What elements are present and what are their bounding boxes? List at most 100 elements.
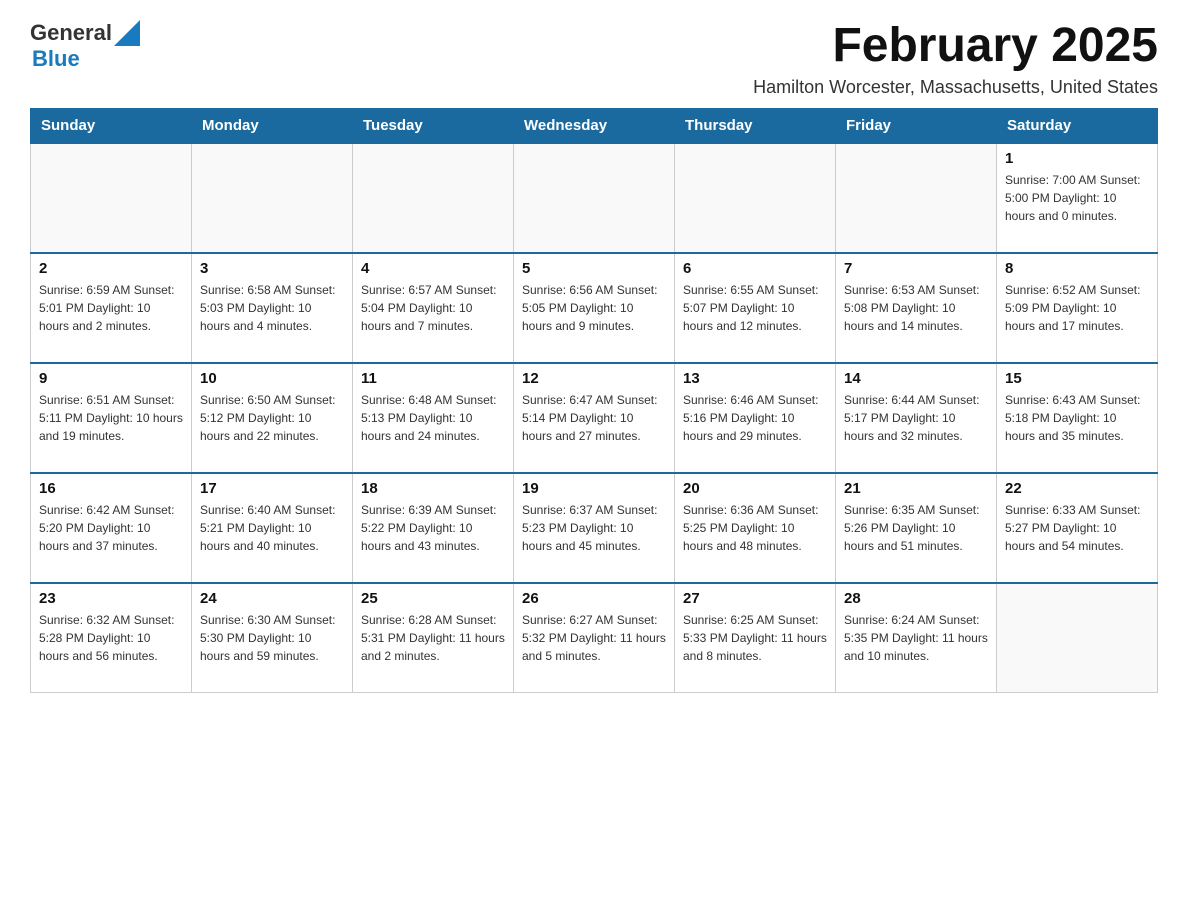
logo: General Blue	[30, 20, 140, 72]
day-info: Sunrise: 6:24 AM Sunset: 5:35 PM Dayligh…	[844, 611, 988, 665]
table-row: 25Sunrise: 6:28 AM Sunset: 5:31 PM Dayli…	[353, 583, 514, 693]
day-info: Sunrise: 6:57 AM Sunset: 5:04 PM Dayligh…	[361, 281, 505, 335]
day-info: Sunrise: 6:35 AM Sunset: 5:26 PM Dayligh…	[844, 501, 988, 555]
calendar-week-row: 2 Sunrise: 6:59 AM Sunset: 5:01 PM Daylig…	[31, 253, 1158, 363]
day-info: Sunrise: 6:32 AM Sunset: 5:28 PM Dayligh…	[39, 611, 183, 665]
day-info: Sunrise: 6:43 AM Sunset: 5:18 PM Dayligh…	[1005, 391, 1149, 445]
day-info: Sunrise: 6:40 AM Sunset: 5:21 PM Dayligh…	[200, 501, 344, 555]
table-row: 10 Sunrise: 6:50 AM Sunset: 5:12 PM Dayli…	[192, 363, 353, 473]
day-number: 20	[683, 480, 827, 497]
table-row: 3 Sunrise: 6:58 AM Sunset: 5:03 PM Daylig…	[192, 253, 353, 363]
day-info: Sunrise: 6:56 AM Sunset: 5:05 PM Dayligh…	[522, 281, 666, 335]
day-info: Sunrise: 6:48 AM Sunset: 5:13 PM Dayligh…	[361, 391, 505, 445]
table-row: 5 Sunrise: 6:56 AM Sunset: 5:05 PM Daylig…	[514, 253, 675, 363]
table-row: 11 Sunrise: 6:48 AM Sunset: 5:13 PM Dayli…	[353, 363, 514, 473]
calendar-week-row: 23 Sunrise: 6:32 AM Sunset: 5:28 PM Dayli…	[31, 583, 1158, 693]
table-row: 14 Sunrise: 6:44 AM Sunset: 5:17 PM Dayli…	[836, 363, 997, 473]
col-saturday: Saturday	[997, 108, 1158, 143]
table-row: 9 Sunrise: 6:51 AM Sunset: 5:11 PM Daylig…	[31, 363, 192, 473]
table-row	[192, 143, 353, 253]
table-row: 19Sunrise: 6:37 AM Sunset: 5:23 PM Dayli…	[514, 473, 675, 583]
day-info: Sunrise: 6:36 AM Sunset: 5:25 PM Dayligh…	[683, 501, 827, 555]
day-number: 22	[1005, 480, 1149, 497]
table-row: 1 Sunrise: 7:00 AM Sunset: 5:00 PM Daylig…	[997, 143, 1158, 253]
table-row: 8 Sunrise: 6:52 AM Sunset: 5:09 PM Daylig…	[997, 253, 1158, 363]
table-row: 17 Sunrise: 6:40 AM Sunset: 5:21 PM Dayli…	[192, 473, 353, 583]
calendar-header-row: Sunday Monday Tuesday Wednesday Thursday…	[31, 108, 1158, 143]
day-info: Sunrise: 6:47 AM Sunset: 5:14 PM Dayligh…	[522, 391, 666, 445]
table-row: 20 Sunrise: 6:36 AM Sunset: 5:25 PM Dayli…	[675, 473, 836, 583]
col-wednesday: Wednesday	[514, 108, 675, 143]
logo-text-blue: Blue	[32, 46, 80, 72]
page-header: General Blue February 2025 Hamilton Worc…	[30, 20, 1158, 98]
table-row: 23 Sunrise: 6:32 AM Sunset: 5:28 PM Dayli…	[31, 583, 192, 693]
col-tuesday: Tuesday	[353, 108, 514, 143]
table-row: 7 Sunrise: 6:53 AM Sunset: 5:08 PM Daylig…	[836, 253, 997, 363]
table-row: 27Sunrise: 6:25 AM Sunset: 5:33 PM Dayli…	[675, 583, 836, 693]
day-info: Sunrise: 6:59 AM Sunset: 5:01 PM Dayligh…	[39, 281, 183, 335]
day-info: Sunrise: 6:53 AM Sunset: 5:08 PM Dayligh…	[844, 281, 988, 335]
table-row: 2 Sunrise: 6:59 AM Sunset: 5:01 PM Daylig…	[31, 253, 192, 363]
table-row	[675, 143, 836, 253]
table-row	[31, 143, 192, 253]
day-info: Sunrise: 6:42 AM Sunset: 5:20 PM Dayligh…	[39, 501, 183, 555]
table-row: 26 Sunrise: 6:27 AM Sunset: 5:32 PM Dayli…	[514, 583, 675, 693]
calendar-week-row: 16 Sunrise: 6:42 AM Sunset: 5:20 PM Dayli…	[31, 473, 1158, 583]
day-number: 23	[39, 590, 183, 607]
day-number: 6	[683, 260, 827, 277]
day-number: 8	[1005, 260, 1149, 277]
calendar-table: Sunday Monday Tuesday Wednesday Thursday…	[30, 108, 1158, 694]
table-row: 22 Sunrise: 6:33 AM Sunset: 5:27 PM Dayli…	[997, 473, 1158, 583]
table-row	[836, 143, 997, 253]
month-title: February 2025	[753, 20, 1158, 73]
day-number: 19	[522, 480, 666, 497]
day-info: Sunrise: 6:58 AM Sunset: 5:03 PM Dayligh…	[200, 281, 344, 335]
day-number: 13	[683, 370, 827, 387]
day-number: 26	[522, 590, 666, 607]
logo-triangle-icon	[114, 20, 140, 46]
day-info: Sunrise: 6:44 AM Sunset: 5:17 PM Dayligh…	[844, 391, 988, 445]
day-number: 17	[200, 480, 344, 497]
table-row	[997, 583, 1158, 693]
day-info: Sunrise: 7:00 AM Sunset: 5:00 PM Dayligh…	[1005, 171, 1149, 225]
day-number: 7	[844, 260, 988, 277]
day-number: 11	[361, 370, 505, 387]
day-number: 5	[522, 260, 666, 277]
day-number: 12	[522, 370, 666, 387]
table-row: 18Sunrise: 6:39 AM Sunset: 5:22 PM Dayli…	[353, 473, 514, 583]
col-thursday: Thursday	[675, 108, 836, 143]
col-sunday: Sunday	[31, 108, 192, 143]
table-row	[353, 143, 514, 253]
day-number: 25	[361, 590, 505, 607]
day-info: Sunrise: 6:46 AM Sunset: 5:16 PM Dayligh…	[683, 391, 827, 445]
day-number: 10	[200, 370, 344, 387]
day-info: Sunrise: 6:55 AM Sunset: 5:07 PM Dayligh…	[683, 281, 827, 335]
logo-text-general: General	[30, 20, 112, 46]
day-number: 1	[1005, 150, 1149, 167]
day-info: Sunrise: 6:30 AM Sunset: 5:30 PM Dayligh…	[200, 611, 344, 665]
table-row: 21Sunrise: 6:35 AM Sunset: 5:26 PM Dayli…	[836, 473, 997, 583]
day-number: 3	[200, 260, 344, 277]
day-info: Sunrise: 6:50 AM Sunset: 5:12 PM Dayligh…	[200, 391, 344, 445]
table-row: 24Sunrise: 6:30 AM Sunset: 5:30 PM Dayli…	[192, 583, 353, 693]
col-monday: Monday	[192, 108, 353, 143]
table-row: 16 Sunrise: 6:42 AM Sunset: 5:20 PM Dayli…	[31, 473, 192, 583]
day-number: 14	[844, 370, 988, 387]
day-number: 16	[39, 480, 183, 497]
table-row: 4 Sunrise: 6:57 AM Sunset: 5:04 PM Daylig…	[353, 253, 514, 363]
location-subtitle: Hamilton Worcester, Massachusetts, Unite…	[753, 77, 1158, 98]
table-row: 13 Sunrise: 6:46 AM Sunset: 5:16 PM Dayli…	[675, 363, 836, 473]
day-info: Sunrise: 6:33 AM Sunset: 5:27 PM Dayligh…	[1005, 501, 1149, 555]
day-info: Sunrise: 6:51 AM Sunset: 5:11 PM Dayligh…	[39, 391, 183, 445]
table-row: 28Sunrise: 6:24 AM Sunset: 5:35 PM Dayli…	[836, 583, 997, 693]
col-friday: Friday	[836, 108, 997, 143]
day-info: Sunrise: 6:27 AM Sunset: 5:32 PM Dayligh…	[522, 611, 666, 665]
table-row: 12 Sunrise: 6:47 AM Sunset: 5:14 PM Dayli…	[514, 363, 675, 473]
day-number: 9	[39, 370, 183, 387]
day-number: 15	[1005, 370, 1149, 387]
title-section: February 2025 Hamilton Worcester, Massac…	[753, 20, 1158, 98]
day-number: 2	[39, 260, 183, 277]
day-info: Sunrise: 6:52 AM Sunset: 5:09 PM Dayligh…	[1005, 281, 1149, 335]
table-row: 15 Sunrise: 6:43 AM Sunset: 5:18 PM Dayli…	[997, 363, 1158, 473]
day-number: 4	[361, 260, 505, 277]
